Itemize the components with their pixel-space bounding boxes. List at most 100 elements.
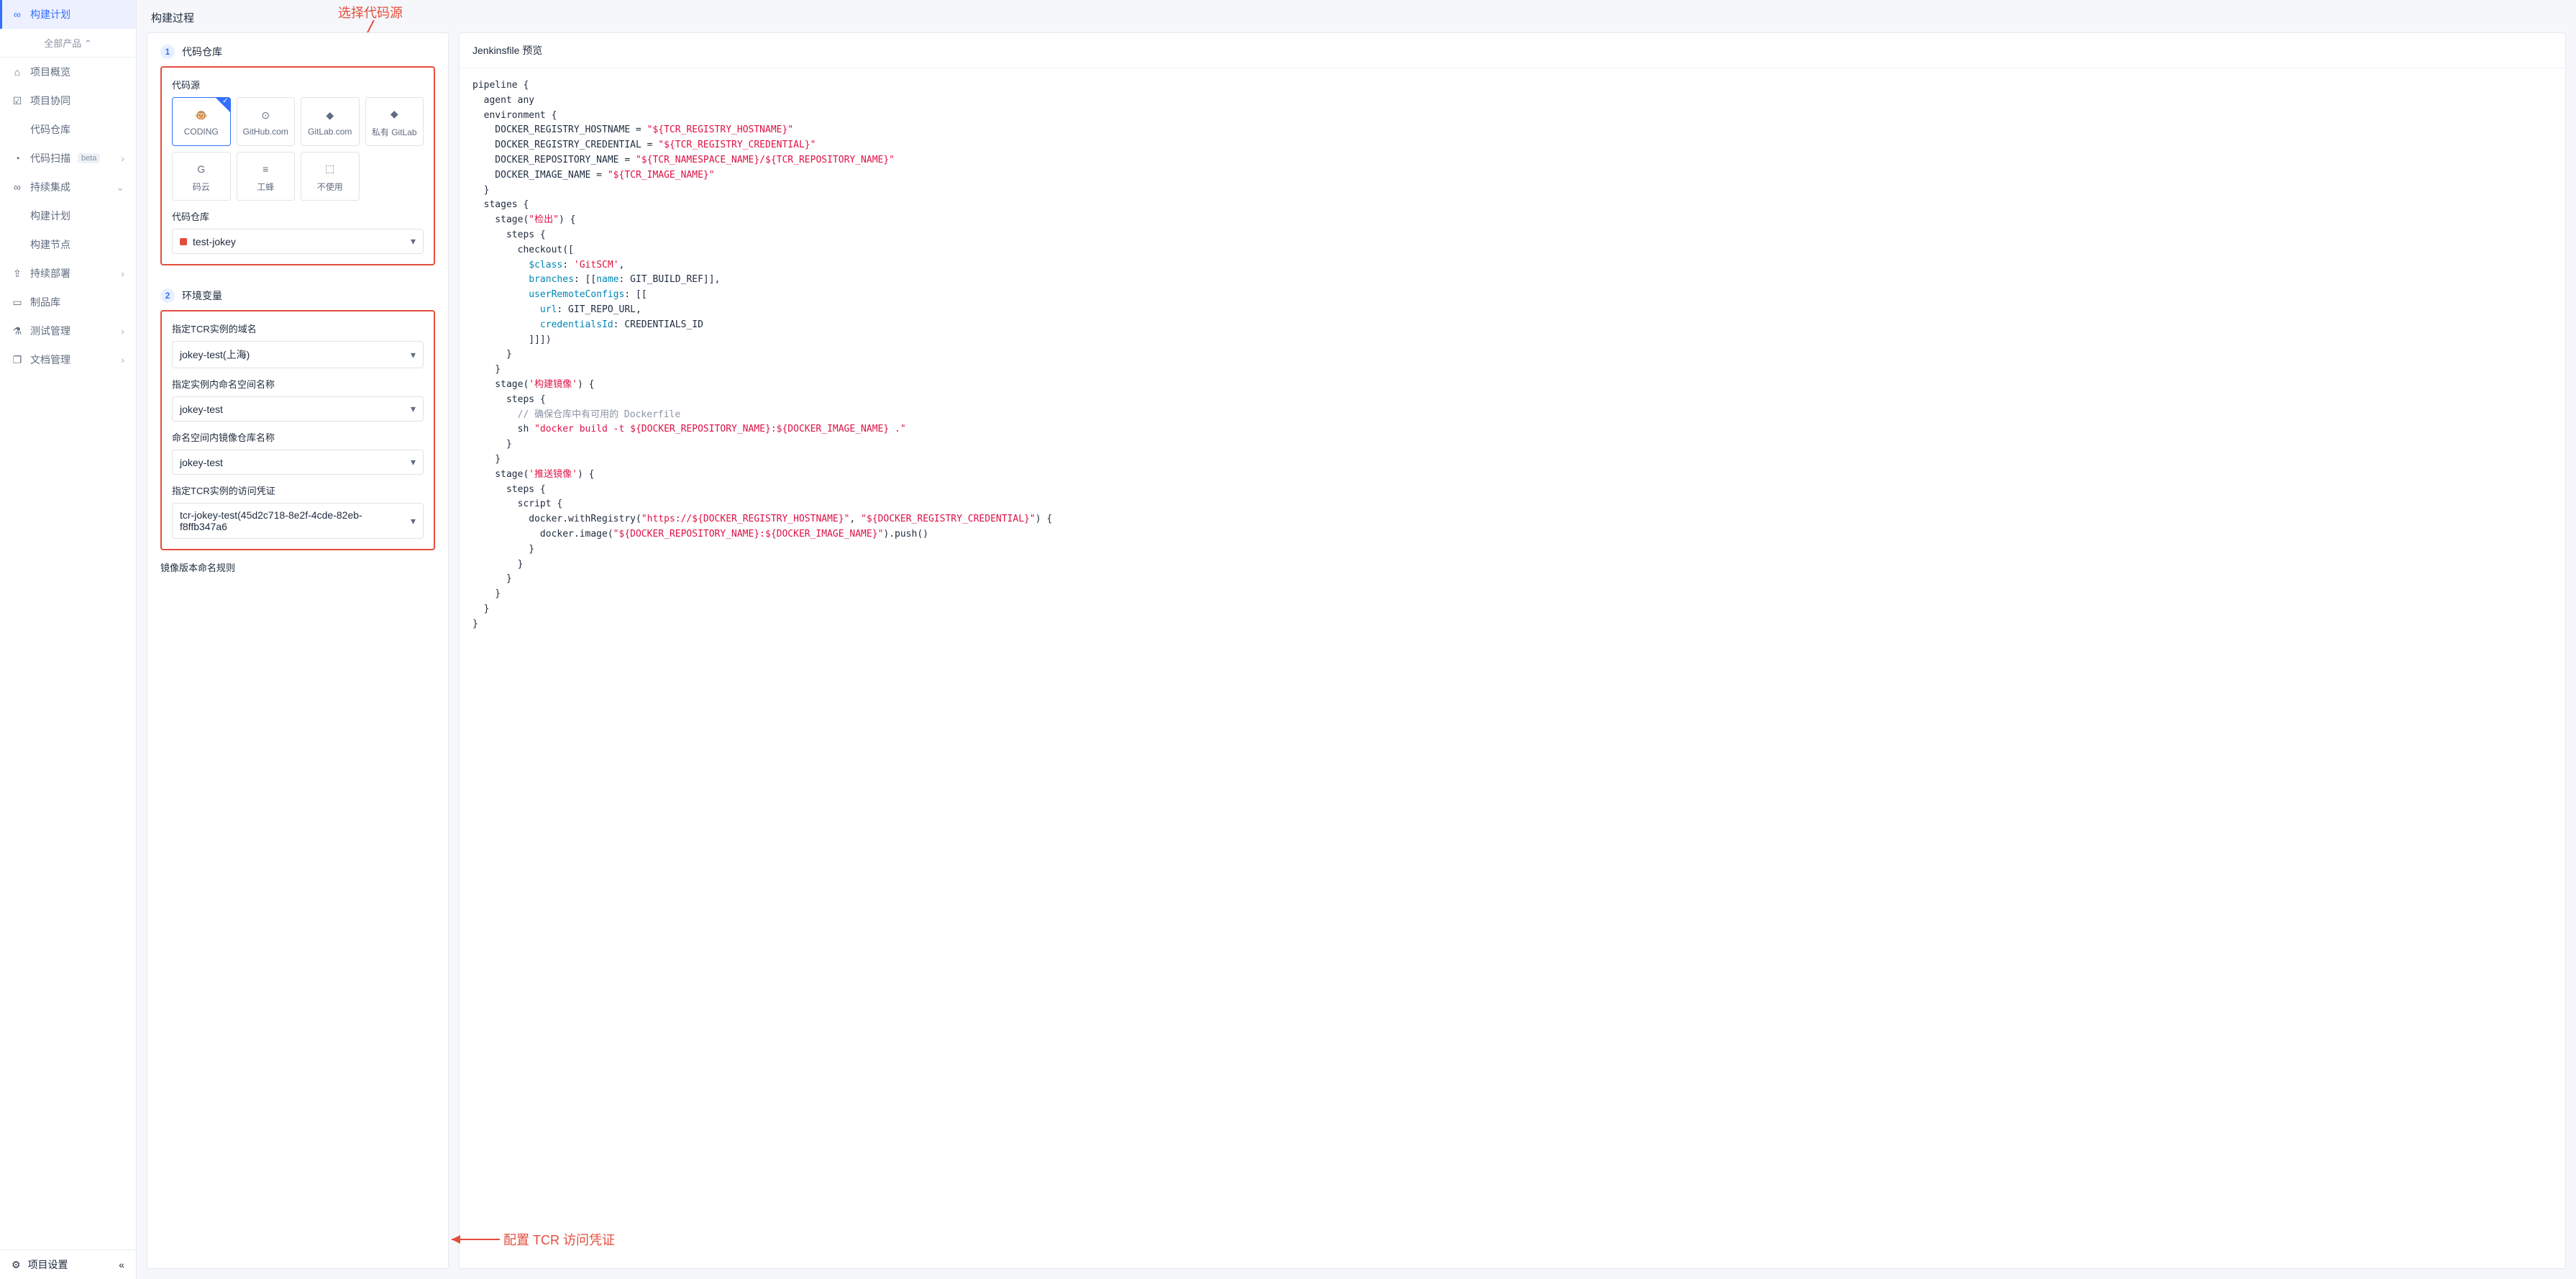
- env-field-value: jokey-test: [180, 404, 223, 415]
- infinity-icon: ∞: [12, 9, 23, 20]
- sidebar-item-label: 持续部署: [30, 266, 70, 281]
- caret-down-icon: ▾: [411, 403, 416, 415]
- sidebar-settings-label: 项目设置: [28, 1257, 68, 1272]
- sidebar-item-code[interactable]: 代码仓库: [0, 115, 136, 144]
- repo-select[interactable]: test-jokey ▾: [172, 229, 424, 254]
- preview-title: Jenkinsfile 预览: [460, 33, 2565, 68]
- deploy-icon: ⇪: [12, 268, 23, 279]
- env-field-label: 指定TCR实例的访问凭证: [172, 483, 424, 497]
- source-label: 工蜂: [257, 181, 274, 193]
- page-title: 构建过程 选择代码源: [137, 0, 2576, 32]
- env-field-label: 指定TCR实例的域名: [172, 322, 424, 335]
- sidebar-item-label: 制品库: [30, 295, 60, 309]
- step-title: 环境变量: [182, 288, 222, 303]
- env-field-select-1[interactable]: jokey-test ▾: [172, 396, 424, 422]
- caret-down-icon: ▾: [411, 235, 416, 247]
- repo-color-icon: [180, 238, 187, 245]
- source-icon: ≡: [262, 160, 268, 178]
- source-label: 不使用: [317, 181, 343, 193]
- config-panel: 1 代码仓库 代码源 🐵CODING⊙GitHub.com◆GitLab.com…: [147, 32, 449, 1269]
- source-card-[interactable]: ⬚ 不使用: [301, 152, 360, 201]
- sidebar-item-deploy[interactable]: ⇪ 持续部署 ›: [0, 259, 136, 288]
- beta-badge: beta: [78, 153, 100, 163]
- sidebar-project-settings[interactable]: ⚙ 项目设置 «: [0, 1250, 136, 1279]
- sidebar-sub-item[interactable]: 构建节点: [0, 230, 136, 259]
- sidebar-item-scan[interactable]: ◔ 代码扫描 beta ›: [0, 144, 136, 173]
- sidebar: ∞ 构建计划 全部产品 ⌃ ⌂ 项目概览 ☑ 项目协同代码仓库 ◔ 代码扫描 beta › ∞ 持…: [0, 0, 137, 1279]
- caret-down-icon: ▾: [411, 456, 416, 468]
- sidebar-item-ci[interactable]: ∞ 持续集成 ⌄: [0, 173, 136, 201]
- source-icon: ⊙: [261, 106, 270, 124]
- env-vars-box: 指定TCR实例的域名 jokey-test(上海) ▾ 指定实例内命名空间名称 joke…: [160, 310, 435, 550]
- env-field-value: tcr-jokey-test(45d2c718-8e2f-4cde-82eb-f…: [180, 509, 405, 532]
- repo-value: test-jokey: [193, 236, 236, 247]
- chevron-icon: ›: [121, 354, 124, 365]
- step-1: 1 代码仓库 代码源 🐵CODING⊙GitHub.com◆GitLab.com…: [147, 33, 448, 277]
- sidebar-all-products[interactable]: 全部产品 ⌃: [0, 29, 136, 58]
- sidebar-item-label: 测试管理: [30, 324, 70, 338]
- sidebar-item-label: 项目概览: [30, 65, 70, 79]
- sidebar-item-test[interactable]: ⚗ 测试管理 ›: [0, 317, 136, 345]
- env-field-label: 指定实例内命名空间名称: [172, 377, 424, 391]
- sidebar-item-label: 代码扫描: [30, 151, 70, 165]
- code-source-box: 代码源 🐵 CODING ⊙ GitHub.com ◆ GitLab.com ◆ 私有 Git…: [160, 66, 435, 265]
- source-icon: ⬚: [325, 160, 334, 178]
- source-icon: ◆: [390, 106, 398, 123]
- annotation-bottom: 配置 TCR 访问凭证: [503, 1230, 615, 1249]
- env-field-select-0[interactable]: jokey-test(上海) ▾: [172, 341, 424, 368]
- caret-down-icon: ▾: [411, 349, 416, 361]
- env-field-value: jokey-test: [180, 457, 223, 468]
- step-number: 1: [160, 45, 175, 59]
- source-card-[interactable]: G码云: [172, 152, 231, 201]
- chevron-icon: ›: [121, 268, 124, 279]
- sidebar-item-home[interactable]: ⌂ 项目概览: [0, 58, 136, 86]
- chevron-icon: ›: [121, 325, 124, 337]
- source-card-githubcom[interactable]: ⊙ GitHub.com: [237, 97, 296, 146]
- chevron-icon: ›: [121, 153, 124, 164]
- sidebar-item-check[interactable]: ☑ 项目协同: [0, 86, 136, 115]
- check-icon: ☑: [12, 95, 23, 106]
- image-naming-label: 镜像版本命名规则: [160, 560, 435, 574]
- code-icon: [12, 124, 23, 135]
- home-icon: ⌂: [12, 66, 23, 78]
- source-icon: 🐵: [195, 106, 207, 124]
- main: 构建过程 选择代码源 1 代码仓库 代码源 🐵CODING⊙GitHub.com…: [137, 0, 2576, 1279]
- source-card-gitlabcom[interactable]: ◆ GitLab.com: [301, 97, 360, 146]
- collapse-icon[interactable]: «: [119, 1259, 124, 1270]
- chevron-icon: ⌄: [116, 181, 124, 194]
- source-label: CODING: [184, 127, 219, 137]
- gear-icon: ⚙: [12, 1259, 21, 1271]
- source-label: 码云: [193, 181, 210, 193]
- source-icon: ◆: [326, 106, 334, 124]
- sidebar-sub-item[interactable]: 构建计划: [0, 201, 136, 230]
- source-card-gitlab[interactable]: ◆ 私有 GitLab: [365, 97, 424, 146]
- source-label: GitHub.com: [243, 127, 288, 137]
- env-field-value: jokey-test(上海): [180, 347, 250, 362]
- env-field-select-3[interactable]: tcr-jokey-test(45d2c718-8e2f-4cde-82eb-f…: [172, 503, 424, 539]
- source-card-coding[interactable]: 🐵 CODING: [172, 97, 231, 146]
- env-field-label: 命名空间内镜像仓库名称: [172, 430, 424, 444]
- jenkinsfile-code: pipeline { agent any environment { DOCKE…: [460, 68, 2565, 642]
- sidebar-item-artifact[interactable]: ▭ 制品库: [0, 288, 136, 317]
- sidebar-sub-label: 构建节点: [30, 237, 70, 252]
- chevron-up-icon: ⌃: [84, 38, 92, 49]
- sidebar-sub-label: 构建计划: [30, 209, 70, 223]
- ci-icon: ∞: [12, 181, 23, 193]
- source-label: 私有 GitLab: [372, 126, 417, 138]
- scan-icon: ◔: [12, 153, 23, 164]
- sidebar-label: 构建计划: [30, 7, 70, 22]
- env-field-select-2[interactable]: jokey-test ▾: [172, 450, 424, 475]
- sidebar-item-label: 项目协同: [30, 94, 70, 108]
- sidebar-item-label: 持续集成: [30, 180, 70, 194]
- source-card-[interactable]: ≡ 工蜂: [237, 152, 296, 201]
- test-icon: ⚗: [12, 325, 23, 337]
- doc-icon: ❐: [12, 354, 23, 365]
- source-label: GitLab.com: [308, 127, 352, 137]
- step-2: 2 环境变量 指定TCR实例的域名 jokey-test(上海) ▾ 指定实例内命名空…: [147, 277, 448, 591]
- source-label: 代码源: [172, 78, 424, 91]
- sidebar-item-doc[interactable]: ❐文档管理›: [0, 345, 136, 374]
- caret-down-icon: ▾: [411, 515, 416, 527]
- artifact-icon: ▭: [12, 296, 23, 308]
- step-number: 2: [160, 288, 175, 303]
- sidebar-active-build-plan[interactable]: ∞ 构建计划: [0, 0, 136, 29]
